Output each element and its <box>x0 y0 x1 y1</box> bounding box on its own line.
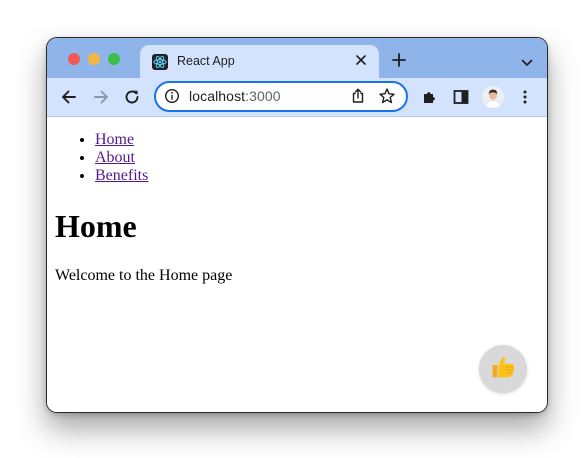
tab-react-app[interactable]: React App <box>140 45 379 81</box>
close-icon[interactable] <box>353 52 369 68</box>
nav-item-about: About <box>95 149 148 167</box>
info-icon[interactable] <box>164 88 180 104</box>
url-port: :3000 <box>245 88 281 104</box>
thumbs-up-button[interactable] <box>479 345 527 393</box>
puzzle-icon[interactable] <box>420 88 438 106</box>
page-content: Home About Benefits Home Welcome to the … <box>47 117 547 412</box>
page-welcome-text: Welcome to the Home page <box>55 267 233 284</box>
share-icon[interactable] <box>349 87 367 105</box>
desktop-background: React App localhost:3000 • Home • About … <box>0 0 587 458</box>
maximize-window-button[interactable] <box>108 53 120 65</box>
url-text: localhost:3000 <box>189 88 281 104</box>
page-title: Home <box>55 208 137 244</box>
nav-item-benefits: Benefits <box>95 167 148 185</box>
side-panel-icon[interactable] <box>452 88 470 106</box>
plus-icon[interactable] <box>391 52 407 68</box>
nav-link-benefits[interactable]: Benefits <box>95 167 148 184</box>
nav-link-home[interactable]: Home <box>95 131 134 148</box>
address-bar[interactable]: localhost:3000 <box>154 81 408 112</box>
nav-link-about[interactable]: About <box>95 149 135 166</box>
tab-title: React App <box>177 54 235 68</box>
thumbs-up-icon <box>488 352 518 387</box>
url-host: localhost <box>189 88 246 104</box>
reload-icon[interactable] <box>123 88 141 106</box>
browser-toolbar: localhost:3000 <box>47 78 547 117</box>
chevron-down-icon[interactable] <box>521 55 533 66</box>
minimize-window-button[interactable] <box>88 53 100 65</box>
kebab-menu-icon[interactable] <box>516 88 534 106</box>
tab-strip: React App <box>47 38 547 81</box>
react-logo-icon <box>152 54 168 70</box>
star-icon[interactable] <box>378 87 396 105</box>
nav-item-home: Home <box>95 131 148 149</box>
back-arrow-icon[interactable] <box>60 88 78 106</box>
close-window-button[interactable] <box>68 53 80 65</box>
forward-arrow-icon[interactable] <box>92 88 110 106</box>
avatar[interactable] <box>482 86 504 108</box>
nav-list: Home About Benefits <box>95 131 148 185</box>
browser-window: React App localhost:3000 • Home • About … <box>46 37 548 413</box>
